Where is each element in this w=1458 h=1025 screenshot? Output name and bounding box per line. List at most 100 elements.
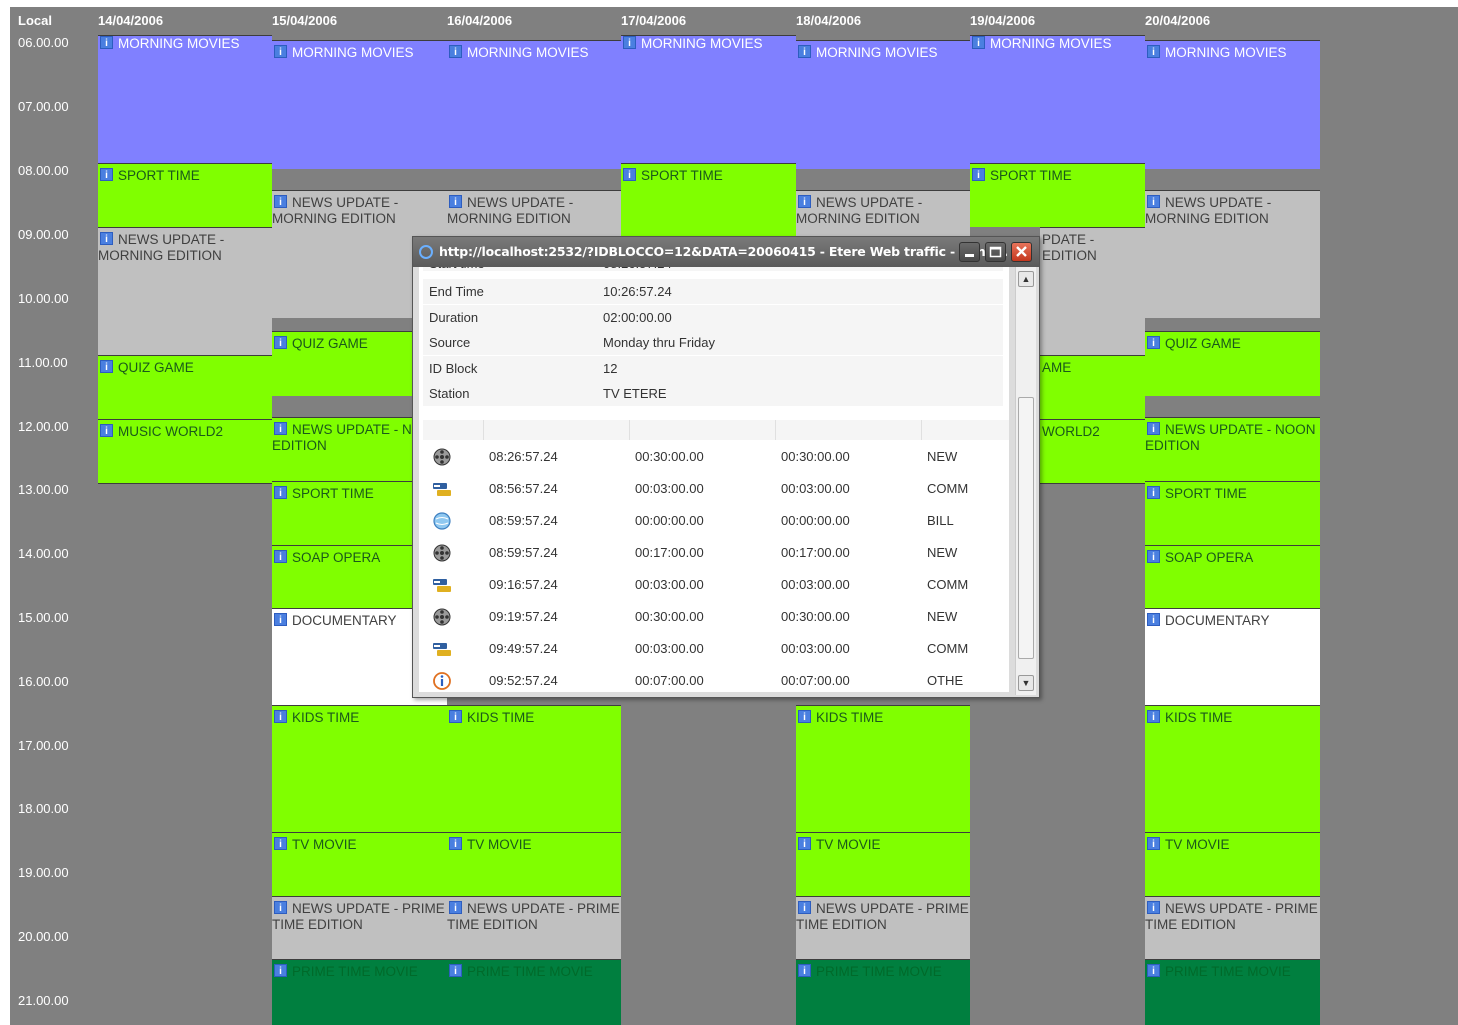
info-icon[interactable]: i — [274, 837, 287, 850]
program-block[interactable]: PDATE - EDITION — [1040, 227, 1145, 355]
info-icon[interactable]: i — [1147, 613, 1160, 626]
info-icon[interactable]: i — [449, 195, 462, 208]
info-icon[interactable]: i — [972, 36, 985, 49]
info-icon[interactable]: i — [100, 232, 113, 245]
info-icon[interactable]: i — [274, 422, 287, 435]
info-icon[interactable]: i — [100, 36, 113, 49]
info-icon[interactable]: i — [1147, 336, 1160, 349]
program-block[interactable]: i NEWS UPDATE - PRIME TIME EDITION — [272, 896, 447, 959]
scroll-down-button[interactable]: ▼ — [1018, 675, 1034, 691]
program-block[interactable]: i TV MOVIE — [272, 832, 447, 896]
program-block[interactable]: i MORNING MOVIES — [1145, 40, 1320, 169]
info-icon[interactable]: i — [449, 45, 462, 58]
program-block[interactable]: i PRIME TIME MOVIE — [447, 959, 621, 1025]
info-icon[interactable]: i — [1147, 195, 1160, 208]
program-block[interactable]: i NEWS UPDATE - MORNING EDITION — [98, 227, 272, 355]
program-block[interactable]: i KIDS TIME — [447, 705, 621, 832]
info-icon[interactable]: i — [449, 710, 462, 723]
info-icon[interactable]: i — [449, 964, 462, 977]
maximize-button[interactable] — [985, 242, 1006, 262]
program-block[interactable]: i NEWS UPDATE - PRIME TIME EDITION — [447, 896, 621, 959]
info-icon[interactable]: i — [1147, 550, 1160, 563]
info-icon[interactable]: i — [798, 195, 811, 208]
info-icon[interactable]: i — [100, 424, 113, 437]
info-icon[interactable]: i — [1147, 710, 1160, 723]
program-block[interactable]: i DOCUMENTARY — [1145, 608, 1320, 705]
info-icon[interactable]: i — [449, 837, 462, 850]
program-block[interactable]: i KIDS TIME — [272, 705, 447, 832]
program-block[interactable]: i QUIZ GAME — [98, 355, 272, 419]
program-block[interactable]: i SPORT TIME — [98, 163, 272, 227]
program-block[interactable]: i NEWS UPDATE - PRIME TIME EDITION — [796, 896, 970, 959]
info-icon[interactable]: i — [274, 964, 287, 977]
popup-title-bar[interactable]: http://localhost:2532/?IDBLOCCO=12&DATA=… — [413, 237, 1039, 267]
item-row[interactable]: 09:19:57.24 00:30:00.00 00:30:00.00 NEW — [423, 601, 1009, 633]
program-block[interactable]: i KIDS TIME — [796, 705, 970, 832]
program-block[interactable]: i NEWS UPDATE - MORNING EDITION — [796, 190, 970, 236]
program-block[interactable]: i NEWS UPDATE - NOON EDITION — [1145, 417, 1320, 481]
info-icon[interactable]: i — [1147, 45, 1160, 58]
program-block[interactable]: i PRIME TIME MOVIE — [1145, 959, 1320, 1025]
item-row[interactable]: 09:16:57.24 00:03:00.00 00:03:00.00 COMM — [423, 569, 1009, 601]
item-row[interactable]: 09:52:57.24 00:07:00.00 00:07:00.00 OTHE — [423, 665, 1009, 692]
info-icon[interactable]: i — [274, 195, 287, 208]
info-icon[interactable]: i — [1147, 422, 1160, 435]
program-block[interactable]: WORLD2 — [1040, 419, 1145, 484]
info-icon[interactable]: i — [274, 550, 287, 563]
info-icon[interactable]: i — [1147, 964, 1160, 977]
item-row[interactable]: 08:26:57.24 00:30:00.00 00:30:00.00 NEW — [423, 441, 1009, 473]
close-button[interactable] — [1011, 242, 1032, 262]
item-row[interactable]: 08:59:57.24 00:00:00.00 00:00:00.00 BILL — [423, 505, 1009, 537]
item-row[interactable]: 08:59:57.24 00:17:00.00 00:17:00.00 NEW — [423, 537, 1009, 569]
info-icon[interactable]: i — [972, 168, 985, 181]
scroll-thumb[interactable] — [1018, 397, 1034, 659]
program-block[interactable]: i SPORT TIME — [1145, 481, 1320, 545]
program-block[interactable]: i NEWS UPDATE - MORNING EDITION — [1145, 190, 1320, 318]
program-block[interactable]: i MORNING MOVIES — [970, 35, 1145, 163]
vertical-scrollbar[interactable]: ▲ ▼ — [1015, 267, 1036, 695]
program-block[interactable]: i MORNING MOVIES — [621, 35, 796, 163]
info-icon[interactable]: i — [798, 710, 811, 723]
info-icon[interactable]: i — [1147, 837, 1160, 850]
program-block[interactable]: i MUSIC WORLD2 — [98, 419, 272, 484]
info-icon[interactable]: i — [623, 168, 636, 181]
info-icon[interactable]: i — [449, 901, 462, 914]
scroll-up-button[interactable]: ▲ — [1018, 271, 1034, 287]
info-icon[interactable]: i — [100, 360, 113, 373]
info-icon[interactable]: i — [274, 486, 287, 499]
program-block[interactable]: i SPORT TIME — [621, 163, 796, 236]
program-block[interactable]: i MORNING MOVIES — [796, 40, 970, 169]
info-icon[interactable]: i — [798, 45, 811, 58]
item-row[interactable]: 09:49:57.24 00:03:00.00 00:03:00.00 COMM — [423, 633, 1009, 665]
info-icon[interactable]: i — [623, 36, 636, 49]
program-block[interactable]: i SPORT TIME — [970, 163, 1145, 227]
program-block[interactable]: i TV MOVIE — [796, 832, 970, 896]
info-icon[interactable]: i — [274, 710, 287, 723]
program-block[interactable]: i PRIME TIME MOVIE — [796, 959, 970, 1025]
program-block[interactable]: AME — [1040, 355, 1145, 419]
program-block[interactable]: i TV MOVIE — [1145, 832, 1320, 896]
popup-content[interactable]: Start time 08:26:57.24 End Time 10:26:57.… — [419, 267, 1009, 692]
info-icon[interactable]: i — [1147, 486, 1160, 499]
program-block[interactable]: i MORNING MOVIES — [447, 40, 621, 169]
info-icon[interactable]: i — [274, 613, 287, 626]
program-block[interactable]: i NEWS UPDATE - PRIME TIME EDITION — [1145, 896, 1320, 959]
program-block[interactable]: i KIDS TIME — [1145, 705, 1320, 832]
program-block[interactable]: i MORNING MOVIES — [98, 35, 272, 163]
info-icon[interactable]: i — [1147, 901, 1160, 914]
info-icon[interactable]: i — [100, 168, 113, 181]
info-icon[interactable]: i — [274, 45, 287, 58]
program-block[interactable]: i SOAP OPERA — [1145, 545, 1320, 608]
info-icon[interactable]: i — [274, 336, 287, 349]
info-icon[interactable]: i — [798, 964, 811, 977]
info-icon[interactable]: i — [798, 837, 811, 850]
info-icon[interactable]: i — [798, 901, 811, 914]
minimize-button[interactable] — [959, 242, 980, 262]
block-detail-popup-window[interactable]: http://localhost:2532/?IDBLOCCO=12&DATA=… — [412, 236, 1040, 698]
program-block[interactable]: i QUIZ GAME — [1145, 331, 1320, 396]
info-icon[interactable]: i — [274, 901, 287, 914]
program-block[interactable]: i PRIME TIME MOVIE — [272, 959, 447, 1025]
program-block[interactable]: i TV MOVIE — [447, 832, 621, 896]
program-block[interactable]: i MORNING MOVIES — [272, 40, 447, 169]
item-row[interactable]: 08:56:57.24 00:03:00.00 00:03:00.00 COMM — [423, 473, 1009, 505]
